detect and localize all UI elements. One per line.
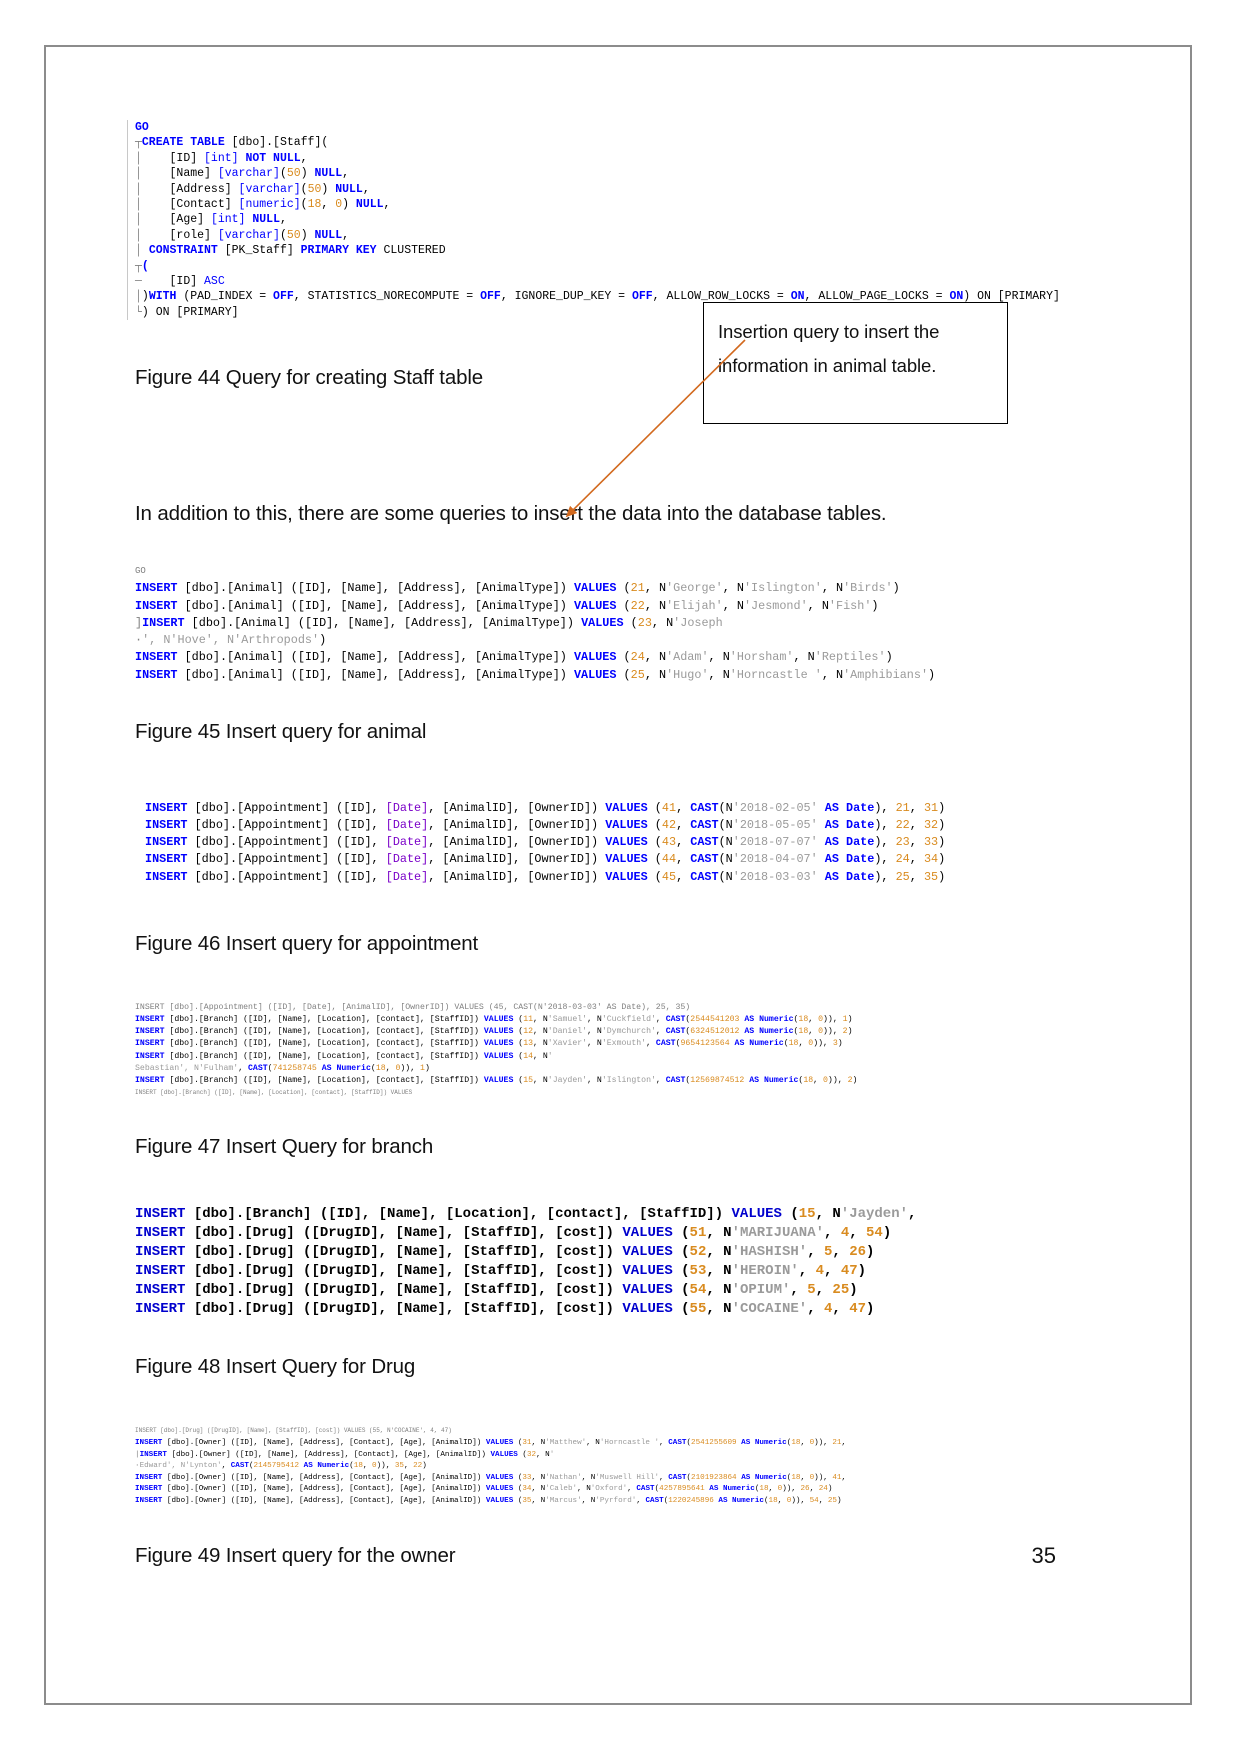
figure-47-caption: Figure 47 Insert Query for branch <box>135 1135 434 1159</box>
code-block-owner-insert: INSERT [dbo].[Drug] ([DrugID], [Name], [… <box>135 1425 1015 1507</box>
code-block-appointment-insert: INSERT [dbo].[Appointment] ([ID], [Date]… <box>135 800 1015 886</box>
figure-49-caption: Figure 49 Insert query for the owner <box>135 1543 456 1567</box>
page-number: 35 <box>1031 1543 1056 1568</box>
figure-48-caption: Figure 48 Insert Query for Drug <box>135 1355 416 1379</box>
callout-line-1: Insertion query to insert the <box>718 321 940 342</box>
staff-table-sql: GO ┬CREATE TABLE [dbo].[Staff]( │ [ID] [… <box>135 121 1060 319</box>
code-block-animal-insert: GO INSERT [dbo].[Animal] ([ID], [Name], … <box>135 562 1015 683</box>
figure-46-caption: Figure 46 Insert query for appointment <box>135 931 478 955</box>
drug-insert-sql: INSERT [dbo].[Branch] ([ID], [Name], [Lo… <box>135 1206 917 1318</box>
code-block-staff-table: GO ┬CREATE TABLE [dbo].[Staff]( │ [ID] [… <box>127 120 1060 321</box>
callout-line-2: information in animal table. <box>718 355 937 376</box>
code-block-branch-insert: INSERT [dbo].[Appointment] ([ID], [Date]… <box>135 1002 1015 1100</box>
owner-insert-sql: INSERT [dbo].[Drug] ([DrugID], [Name], [… <box>135 1427 847 1505</box>
figure-45-caption: Figure 45 Insert query for animal <box>135 719 427 743</box>
animal-insert-sql: GO INSERT [dbo].[Animal] ([ID], [Name], … <box>135 566 936 682</box>
code-gutter <box>127 120 134 321</box>
appointment-insert-sql: INSERT [dbo].[Appointment] ([ID], [Date]… <box>145 800 946 884</box>
branch-insert-sql: INSERT [dbo].[Appointment] ([ID], [Date]… <box>135 1002 858 1097</box>
body-paragraph-1: In addition to this, there are some quer… <box>135 502 887 526</box>
document-page: GO ┬CREATE TABLE [dbo].[Staff]( │ [ID] [… <box>0 0 1241 1754</box>
annotation-callout-box: Insertion query to insert the informatio… <box>703 302 1008 424</box>
code-block-drug-insert: INSERT [dbo].[Branch] ([ID], [Name], [Lo… <box>135 1205 1015 1319</box>
